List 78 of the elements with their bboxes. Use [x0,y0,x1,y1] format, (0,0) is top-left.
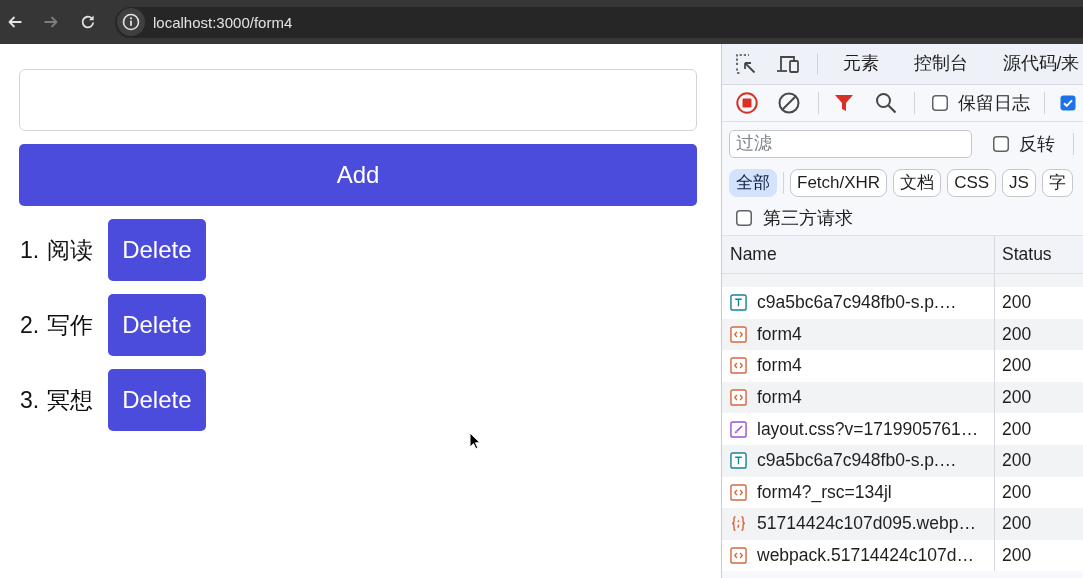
request-name: layout.css?v=1719905761… [757,418,979,440]
request-name: 51714424c107d095.webp… [757,513,976,535]
checkbox[interactable] [932,95,948,111]
request-row[interactable]: 51714424c107d095.webp… 200 [722,508,1083,540]
delete-button[interactable]: Delete [108,369,206,431]
list-number: 2. [20,311,40,339]
checkbox[interactable] [993,135,1009,152]
list-number: 3. [20,386,40,414]
search-icon[interactable] [875,92,897,114]
filter-input[interactable]: 过滤 [729,129,972,158]
checkbox-label[interactable]: 保留日志 [958,91,1030,115]
add-button[interactable]: Add [19,144,697,206]
request-row[interactable]: c9a5bc6a7c948fb0-s.p.… 200 [722,287,1083,319]
list-number: 1. [20,236,40,264]
status-code: 200 [1002,513,1032,535]
status-code: 200 [1002,387,1032,409]
request-name: c9a5bc6a7c948fb0-s.p.… [757,292,957,314]
letter-t-icon [730,294,747,312]
request-row[interactable]: form4 200 [722,318,1083,351]
status-code: 200 [1002,450,1032,472]
letter-t-icon [730,452,747,470]
cursor-icon [469,432,481,450]
type-filter-chip[interactable]: Fetch/XHR [790,168,888,197]
funnel-icon[interactable] [834,93,854,113]
todo-text: 写作 [47,310,94,340]
delete-button[interactable]: Delete [108,219,206,281]
back-arrow-icon[interactable] [7,14,23,30]
code-brackets-icon [730,389,747,407]
reload-icon[interactable] [80,14,96,30]
checkbox-label[interactable]: 第三方请求 [763,205,853,230]
request-row[interactable]: form4 200 [722,381,1083,414]
request-name: webpack.51714424c107d… [757,545,974,567]
request-row[interactable]: c9a5bc6a7c948fb0-s.p.… 200 [722,444,1083,477]
status-code: 200 [1002,323,1032,345]
info-icon[interactable] [117,8,145,36]
status-code: 200 [1002,545,1032,567]
status-code: 200 [1002,481,1032,503]
pen-square-icon [730,420,747,438]
code-brackets-icon [730,357,747,375]
address-bar[interactable]: localhost:3000/form4 [115,6,1083,38]
request-name: form4 [757,323,802,345]
devtools-tab[interactable]: 源代码/来 [985,44,1083,85]
type-filter-chip[interactable]: JS [1002,168,1036,197]
url-text: localhost:3000/form4 [153,13,293,31]
status-code: 200 [1002,418,1032,440]
column-header[interactable]: Status [1002,244,1052,265]
type-filter-chip[interactable]: 全部 [729,168,777,197]
checkbox[interactable] [736,209,752,226]
type-filter-chip[interactable]: 字 [1041,168,1073,197]
request-name: form4?_rsc=134jl [757,481,892,503]
todo-text: 冥想 [47,385,94,415]
request-row[interactable]: form4?_rsc=134jl 200 [722,476,1083,509]
request-row[interactable]: form4 200 [722,350,1083,382]
devices-icon[interactable] [776,53,800,75]
todo-input[interactable] [19,69,697,131]
status-code: 200 [1002,292,1032,314]
request-name: form4 [757,387,802,409]
checkbox-label[interactable]: 反转 [1019,131,1055,156]
circle-slash-icon[interactable] [778,92,800,114]
column-header[interactable]: Name [730,244,777,265]
curly-braces-icon [730,515,747,533]
code-brackets-icon [730,547,747,565]
request-name: form4 [757,355,802,377]
request-row[interactable]: layout.css?v=1719905761… 200 [722,413,1083,445]
devtools-tab[interactable]: 控制台 [896,44,985,85]
type-filter-chip[interactable]: CSS [947,168,997,197]
delete-button[interactable]: Delete [108,294,206,356]
todo-text: 阅读 [47,235,94,265]
request-name: c9a5bc6a7c948fb0-s.p.… [757,450,957,472]
code-brackets-icon [730,483,747,501]
record-icon[interactable] [736,92,758,114]
checkbox[interactable] [1060,95,1076,111]
code-brackets-icon [730,325,747,343]
status-code: 200 [1002,355,1032,377]
devtools-tab[interactable]: 元素 [825,44,896,85]
request-row[interactable]: webpack.51714424c107d… 200 [722,539,1083,572]
type-filter-chip[interactable]: 文档 [893,168,942,197]
dashed-arrow-icon[interactable] [735,53,757,75]
